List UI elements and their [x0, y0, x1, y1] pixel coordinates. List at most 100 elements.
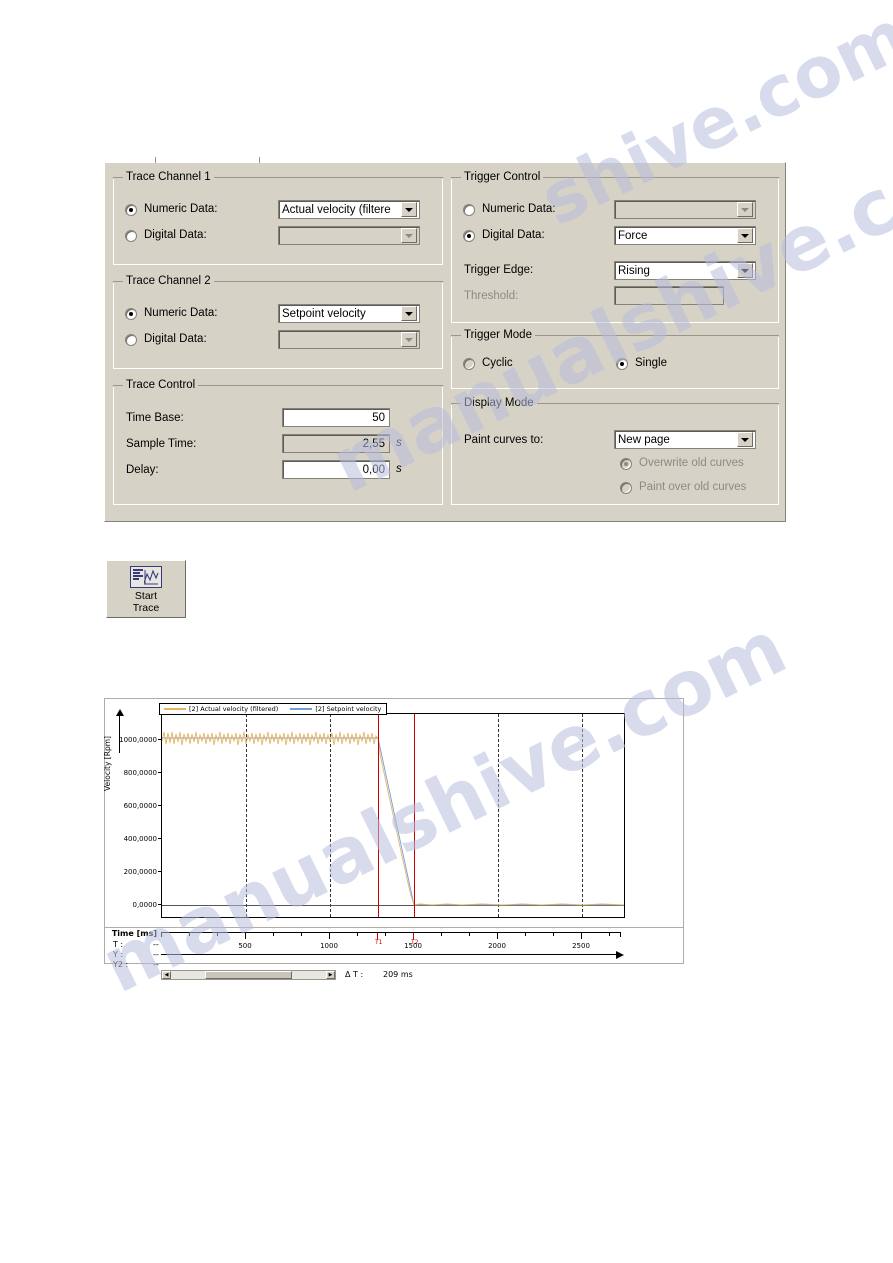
- unit-sample-time: s: [396, 437, 402, 449]
- radio-overwrite-old-curves[interactable]: [620, 458, 632, 470]
- y-tick-label: 600,0000: [123, 802, 157, 810]
- y-tick-label: 400,0000: [123, 835, 157, 843]
- delta-t-label: Δ T :: [345, 970, 364, 979]
- chevron-down-icon[interactable]: [401, 332, 417, 347]
- legend-label-series-1: [2] Setpoint velocity: [315, 705, 382, 713]
- label-trigger-digital-data: Digital Data:: [482, 229, 545, 241]
- curve-actual-velocity: [162, 731, 624, 906]
- combo-trigger-edge[interactable]: Rising: [614, 261, 756, 280]
- combo-tc1-digital-data[interactable]: [278, 226, 420, 245]
- ruler-minor-tick: [441, 933, 442, 936]
- cursor-label-t1: T1: [375, 939, 383, 946]
- chart-plot-area[interactable]: [161, 713, 625, 918]
- ruler-minor-tick: [553, 933, 554, 936]
- radio-paint-over-old-curves[interactable]: [620, 482, 632, 494]
- combo-tc1-numeric-data[interactable]: Actual velocity (filtere: [278, 200, 420, 219]
- chevron-down-icon[interactable]: [737, 228, 753, 243]
- combo-tc2-numeric-data[interactable]: Setpoint velocity: [278, 304, 420, 323]
- ruler-minor-tick: [385, 933, 386, 936]
- legend-item-0: [2] Actual velocity (filtered): [164, 705, 278, 713]
- radio-tc1-numeric-data[interactable]: [125, 204, 137, 216]
- ruler-major-tick: [245, 933, 246, 939]
- scroll-left-icon[interactable]: ◀: [162, 971, 171, 979]
- trace-chart-panel: [2] Actual velocity (filtered) [2] Setpo…: [103, 698, 684, 980]
- legend-swatch-series-0: [164, 708, 186, 710]
- x-axis-label: Time [ms]: [111, 929, 157, 938]
- ruler-minor-tick: [273, 933, 274, 936]
- y-axis-arrow: [116, 709, 124, 753]
- combo-trigger-edge-value: Rising: [618, 264, 650, 277]
- x-tick-label: 2000: [488, 942, 506, 950]
- scrollbar-track[interactable]: [171, 971, 326, 979]
- label-tc1-numeric-data: Numeric Data:: [144, 203, 218, 215]
- radio-trigger-mode-cyclic[interactable]: [463, 358, 475, 370]
- readout-label-y2: Y2 :: [113, 960, 129, 969]
- radio-tc1-digital-data[interactable]: [125, 230, 137, 242]
- chart-curves: [162, 731, 624, 906]
- group-title-trace-channel-2: Trace Channel 2: [123, 275, 214, 287]
- x-tick-label: 500: [238, 942, 252, 950]
- group-title-trace-channel-1: Trace Channel 1: [123, 171, 214, 183]
- combo-tc1-numeric-value: Actual velocity (filtere: [282, 203, 391, 216]
- combo-trigger-numeric-data[interactable]: [614, 200, 756, 219]
- radio-tc2-numeric-data[interactable]: [125, 308, 137, 320]
- combo-tc2-digital-data[interactable]: [278, 330, 420, 349]
- group-trace-channel-1: Trace Channel 1 Numeric Data: Actual vel…: [113, 171, 443, 265]
- ruler-major-tick: [581, 933, 582, 939]
- readout-value-y: --: [153, 950, 159, 959]
- ruler-minor-tick: [357, 933, 358, 936]
- trace-chart-icon: [130, 566, 162, 588]
- label-trigger-mode-cyclic: Cyclic: [482, 357, 513, 369]
- label-tc2-numeric-data: Numeric Data:: [144, 307, 218, 319]
- radio-trigger-numeric-data[interactable]: [463, 204, 475, 216]
- group-trace-channel-2: Trace Channel 2 Numeric Data: Setpoint v…: [113, 275, 443, 369]
- input-time-base[interactable]: 50: [282, 408, 390, 427]
- x-tick-label: 1500: [404, 942, 422, 950]
- readout-value-t: --: [153, 940, 159, 949]
- chevron-down-icon[interactable]: [737, 263, 753, 278]
- ruler-major-tick: [497, 933, 498, 939]
- scrollbar-thumb[interactable]: [205, 971, 292, 979]
- legend-item-1: [2] Setpoint velocity: [290, 705, 381, 713]
- radio-tc2-digital-data[interactable]: [125, 334, 137, 346]
- delta-t-value: 209 ms: [383, 970, 413, 979]
- group-display-mode: Display Mode Paint curves to: New page O…: [451, 397, 779, 505]
- chevron-down-icon[interactable]: [401, 202, 417, 217]
- chevron-down-icon[interactable]: [737, 432, 753, 447]
- chevron-down-icon[interactable]: [401, 306, 417, 321]
- y-axis-label: Velocity [Rpm]: [103, 736, 112, 791]
- chart-axis-strip: Time [ms] T1 T2 500 1000 1500 2000 2500 …: [105, 927, 683, 980]
- start-trace-label-line2: Trace: [132, 602, 160, 614]
- x-axis-line: [161, 951, 624, 959]
- y-tick-label: 800,0000: [123, 769, 157, 777]
- input-threshold: [614, 286, 724, 305]
- group-title-trace-control: Trace Control: [123, 379, 199, 391]
- radio-trigger-digital-data[interactable]: [463, 230, 475, 242]
- label-overwrite-old-curves: Overwrite old curves: [639, 457, 744, 469]
- cursor-t1[interactable]: [378, 714, 379, 917]
- label-trigger-mode-single: Single: [635, 357, 667, 369]
- curve-setpoint-velocity: [162, 737, 624, 906]
- combo-trigger-digital-data[interactable]: Force: [614, 226, 756, 245]
- combo-trigger-digital-value: Force: [618, 229, 648, 242]
- scroll-right-icon[interactable]: ▶: [326, 971, 335, 979]
- label-time-base: Time Base:: [126, 412, 184, 424]
- group-title-trigger-mode: Trigger Mode: [461, 329, 535, 341]
- group-trace-control: Trace Control Time Base: 50 Sample Time:…: [113, 379, 443, 505]
- cursor-t2[interactable]: [414, 714, 415, 917]
- input-delay[interactable]: 0,00: [282, 460, 390, 479]
- dialog-tab-notch: [155, 160, 260, 163]
- chart-horizontal-scrollbar[interactable]: ◀ ▶: [161, 970, 336, 980]
- start-trace-button[interactable]: Start Trace: [106, 560, 186, 618]
- chevron-down-icon[interactable]: [737, 202, 753, 217]
- chevron-down-icon[interactable]: [401, 228, 417, 243]
- x-axis-ruler[interactable]: T1 T2: [161, 932, 621, 946]
- combo-paint-curves-to[interactable]: New page: [614, 430, 756, 449]
- ruler-major-tick: [329, 933, 330, 939]
- group-trigger-control: Trigger Control Numeric Data: Digital Da…: [451, 171, 779, 323]
- label-sample-time: Sample Time:: [126, 438, 197, 450]
- y-tick-label: 200,0000: [123, 868, 157, 876]
- combo-paint-curves-value: New page: [618, 433, 670, 446]
- radio-trigger-mode-single[interactable]: [616, 358, 628, 370]
- ruler-minor-tick: [301, 933, 302, 936]
